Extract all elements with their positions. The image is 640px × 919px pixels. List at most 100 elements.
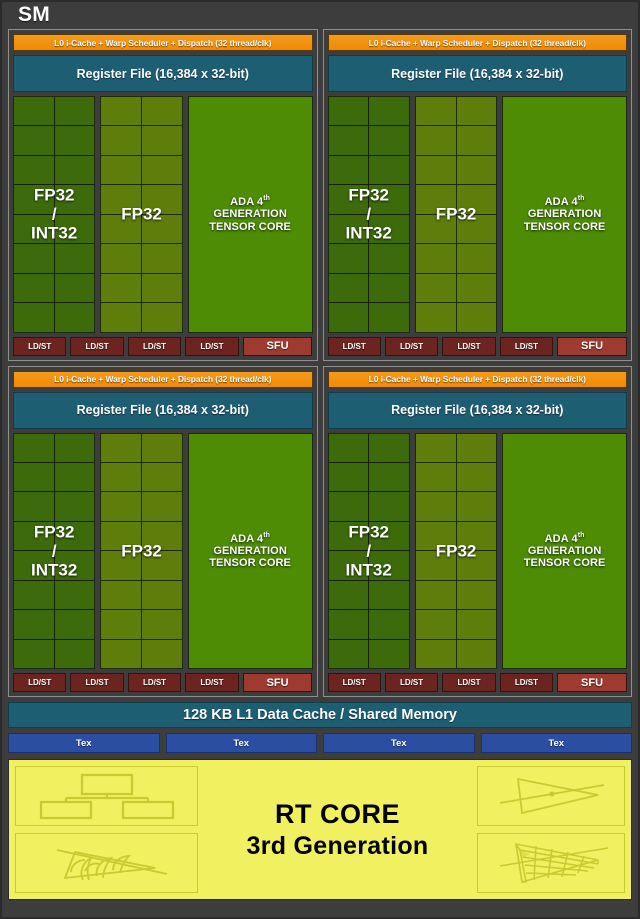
core-cell (328, 551, 369, 580)
core-cell (142, 639, 182, 669)
core-cell (369, 303, 409, 332)
core-cell (328, 433, 369, 462)
rt-icons-right (477, 766, 625, 894)
texture-unit: Tex (165, 733, 317, 754)
core-cell (101, 433, 142, 462)
core-cell (101, 185, 142, 214)
core-cell (369, 273, 409, 303)
core-cell (54, 462, 95, 492)
core-cell (142, 462, 182, 492)
core-cell (415, 551, 456, 580)
core-cell (369, 551, 409, 580)
core-cell (142, 155, 182, 185)
core-cell (142, 580, 182, 610)
core-cell (415, 462, 456, 492)
core-blocks-row: FP32 / INT32 FP32 ADA 4th GENERATION TEN… (13, 432, 313, 670)
core-cell (415, 214, 456, 244)
core-cell (54, 273, 95, 303)
core-cell (142, 126, 182, 155)
core-cell (415, 433, 456, 462)
rt-core-section: RT CORE 3rd Generation (8, 759, 632, 901)
core-cell (101, 462, 142, 492)
core-cell (328, 580, 369, 610)
core-cell (142, 610, 182, 639)
displaced-micro-mesh-icon (477, 833, 625, 894)
core-cell (54, 580, 95, 610)
core-blocks-row: FP32 / INT32 FP32 ADA 4th GENERATION TEN… (327, 432, 627, 670)
core-cell (369, 214, 409, 244)
core-cell (328, 492, 369, 521)
tensor-core-block: ADA 4th GENERATION TENSOR CORE (502, 432, 627, 670)
core-cell (328, 610, 369, 639)
ldst-unit: LD/ST (327, 673, 381, 693)
core-cell (415, 303, 456, 332)
core-cell (415, 244, 456, 273)
ldst-unit: LD/ST (384, 673, 439, 693)
fp32-int32-core-block: FP32 / INT32 (13, 432, 96, 670)
core-cell (456, 185, 497, 214)
fp32-core-block: FP32 (100, 96, 183, 333)
texture-unit: Tex (8, 733, 160, 754)
core-cell (142, 433, 182, 462)
core-cell (142, 244, 182, 273)
core-cell (328, 521, 369, 551)
ldst-sfu-row: LD/ST LD/ST LD/ST LD/ST SFU (13, 673, 313, 693)
core-cell (14, 97, 54, 126)
core-cell (328, 97, 369, 126)
core-cell (54, 551, 95, 580)
ldst-unit: LD/ST (13, 673, 67, 693)
core-cell (328, 185, 369, 214)
core-cell (54, 185, 95, 214)
bvh-tree-icon (15, 766, 198, 827)
sfu-unit: SFU (242, 673, 313, 693)
core-cell (328, 214, 369, 244)
ray-triangle-intersection-icon (477, 766, 625, 827)
core-cell (142, 273, 182, 303)
core-cell (101, 244, 142, 273)
core-cell (54, 126, 95, 155)
texture-unit: Tex (480, 733, 632, 754)
core-cell (14, 185, 54, 214)
core-cell (328, 126, 369, 155)
tensor-core-block: ADA 4th GENERATION TENSOR CORE (187, 96, 313, 333)
core-cell (415, 521, 456, 551)
core-cell (415, 97, 456, 126)
core-cell (369, 433, 409, 462)
processing-block-top-right: L0 i-Cache + Warp Scheduler + Dispatch (… (322, 29, 632, 361)
sfu-unit: SFU (242, 336, 313, 356)
core-cell (456, 155, 497, 185)
core-cell (456, 273, 497, 303)
core-cell (142, 214, 182, 244)
processing-block-bottom-left: L0 i-Cache + Warp Scheduler + Dispatch (… (8, 365, 318, 698)
core-cell (14, 244, 54, 273)
core-cell (101, 126, 142, 155)
ldst-unit: LD/ST (127, 336, 182, 356)
core-cell (369, 244, 409, 273)
core-cell (14, 433, 54, 462)
ldst-unit: LD/ST (185, 673, 239, 693)
core-cell (456, 214, 497, 244)
ldst-unit: LD/ST (327, 336, 381, 356)
core-cell (101, 273, 142, 303)
core-cell (456, 639, 497, 669)
core-cell (14, 610, 54, 639)
l1-data-cache-bar: 128 KB L1 Data Cache / Shared Memory (8, 702, 632, 729)
ldst-unit: LD/ST (442, 673, 496, 693)
core-cell (101, 303, 142, 332)
core-cell (456, 580, 497, 610)
warp-scheduler-bar: L0 i-Cache + Warp Scheduler + Dispatch (… (13, 34, 313, 52)
core-cell (142, 185, 182, 214)
core-cell (369, 492, 409, 521)
core-cell (415, 126, 456, 155)
core-cell (369, 580, 409, 610)
core-cell (142, 303, 182, 332)
core-cell (14, 521, 54, 551)
core-cell (101, 97, 142, 126)
core-cell (328, 155, 369, 185)
core-cell (101, 610, 142, 639)
core-cell (101, 639, 142, 669)
core-cell (415, 185, 456, 214)
core-cell (369, 155, 409, 185)
core-cell (415, 492, 456, 521)
core-cell (101, 155, 142, 185)
